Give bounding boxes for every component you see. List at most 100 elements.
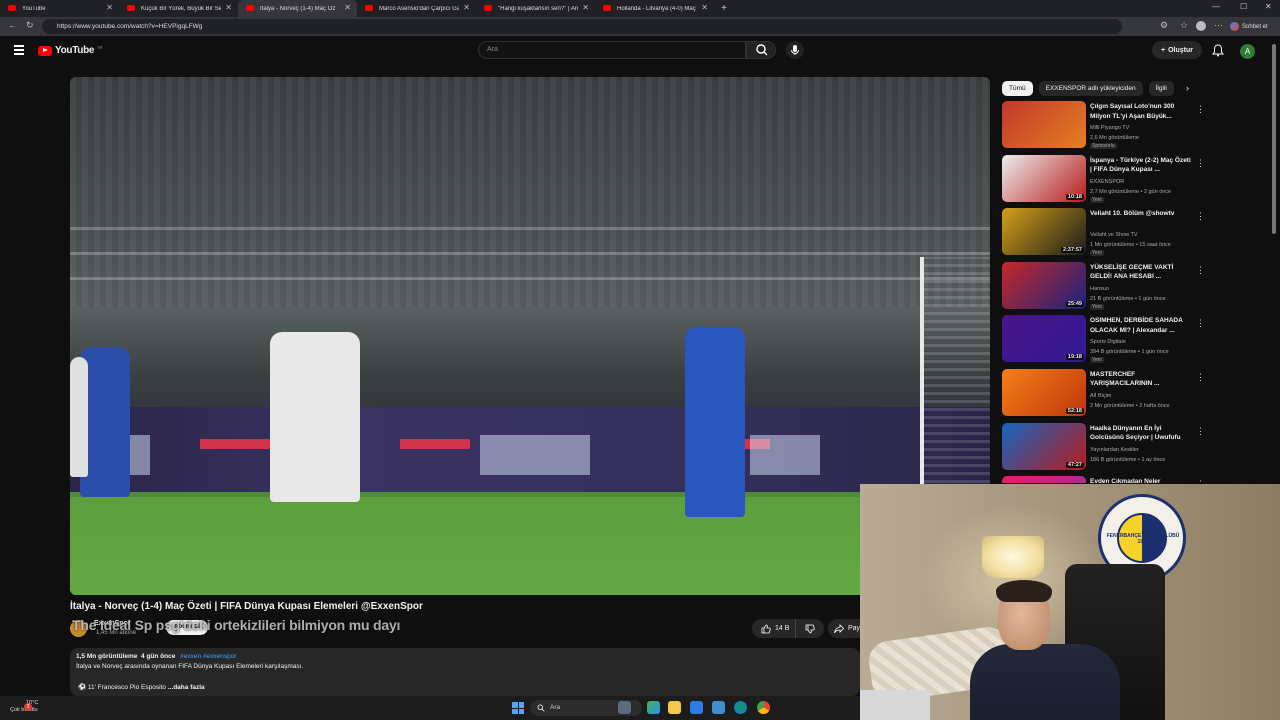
recommendation-item[interactable]: 19:18 OSIMHEN, DERBİDE SAHADA OLACAK MI? … — [1002, 315, 1202, 369]
edge-browser-icon[interactable] — [734, 701, 747, 714]
video-title: İtalya - Norveç (1-4) Maç Özeti | FIFA D… — [70, 601, 423, 612]
browser-tab[interactable]: Marco Asensio'dan Çarpıcı Galat ✕ — [357, 0, 476, 17]
close-tab-icon[interactable]: ✕ — [106, 3, 113, 12]
recommendation-meta: 2 Mn görüntüleme • 2 hafta önce — [1090, 402, 1170, 409]
windows-start-icon[interactable] — [512, 702, 524, 714]
address-bar[interactable]: https://www.youtube.com/watch?v=HEVPigqL… — [42, 19, 1122, 34]
browser-tab[interactable]: "Hangi kuşaktansın sen?" | Arda ✕ — [476, 0, 595, 17]
maximize-icon[interactable]: ☐ — [1240, 2, 1247, 11]
recommendation-thumbnail[interactable]: 19:18 — [1002, 315, 1086, 363]
close-tab-icon[interactable]: ✕ — [701, 3, 708, 12]
more-options-icon[interactable]: ⋮ — [1196, 265, 1202, 276]
recommendation-title[interactable]: YÜKSELİŞE GEÇME VAKTİ GELDİ! ANA HESABI … — [1090, 263, 1194, 282]
close-tab-icon[interactable]: ✕ — [344, 3, 351, 12]
taskbar-app-icon[interactable] — [712, 701, 725, 714]
notifications-bell-icon[interactable] — [1212, 44, 1224, 57]
recommendation-channel[interactable]: Milli Piyango TV — [1090, 125, 1129, 131]
more-options-icon[interactable]: ⋮ — [1196, 158, 1202, 169]
video-player[interactable] — [70, 77, 990, 595]
hamburger-menu-icon[interactable] — [14, 45, 24, 55]
share-icon — [834, 623, 844, 633]
recommendation-badge: Yeni — [1090, 196, 1104, 203]
recommendation-title[interactable]: Veliaht 10. Bölüm @showtv — [1090, 209, 1194, 219]
more-options-icon[interactable]: ⋮ — [1196, 372, 1202, 383]
more-options-icon[interactable]: ⋮ — [1196, 318, 1202, 329]
recommendation-thumbnail[interactable]: 10:18 — [1002, 154, 1086, 202]
recommendation-channel[interactable]: EXXENSPOR — [1090, 179, 1124, 185]
recommendation-title[interactable]: Çılgın Sayısal Loto'nun 300 Milyon TL'yi… — [1090, 102, 1194, 121]
new-tab-icon[interactable]: + — [714, 0, 734, 17]
account-avatar[interactable]: A — [1240, 44, 1255, 59]
chevron-right-icon[interactable]: › — [1186, 83, 1189, 93]
browser-menu-icon[interactable]: ⋯ — [1214, 20, 1223, 31]
reload-icon[interactable]: ↻ — [26, 20, 34, 31]
show-more-link[interactable]: ...daha fazla — [168, 684, 205, 691]
recommendation-thumbnail[interactable]: 47:27 — [1002, 422, 1086, 470]
back-icon[interactable]: ← — [8, 20, 17, 30]
bookmark-star-icon[interactable]: ☆ — [1180, 20, 1188, 31]
like-button[interactable]: 14 B — [752, 619, 796, 638]
recommendation-channel[interactable]: Hansuo — [1090, 286, 1109, 292]
dislike-button[interactable] — [796, 619, 824, 638]
profile-icon[interactable] — [1196, 21, 1206, 31]
recommendation-thumbnail[interactable]: 25:49 — [1002, 261, 1086, 309]
video-stats: 1,5 Mn görüntüleme 4 gün önce #exxen #ex… — [76, 653, 237, 660]
recommendation-item[interactable]: 52:18 MASTERCHEF YARIŞMACILARININ ... Alİ … — [1002, 368, 1202, 423]
recommendation-title[interactable]: Haalka Dünyanın En İyi Golcüsünü Seçiyor… — [1090, 424, 1194, 443]
recommendation-item[interactable]: 47:27 Haalka Dünyanın En İyi Golcüsünü Se… — [1002, 422, 1202, 477]
recommendation-item[interactable]: 2:37:57 Veliaht 10. Bölüm @showtv Veliaht … — [1002, 208, 1202, 262]
browser-tab[interactable]: YouTube ✕ — [0, 0, 119, 17]
recommendation-channel[interactable]: Sports Digitale — [1090, 339, 1126, 345]
recommendation-item[interactable]: Evden Çıkmadan Neler Demişim...⋮ — [1002, 476, 1202, 483]
recommendation-channel[interactable]: Alİ Biçim — [1090, 393, 1111, 399]
recommendation-title[interactable]: Evden Çıkmadan Neler Demişim... — [1090, 477, 1194, 483]
chip-related[interactable]: İlgili — [1148, 81, 1174, 96]
chip-from-uploader[interactable]: EXXENSPOR adlı yükleyiciden — [1038, 81, 1143, 96]
chip-all[interactable]: Tümü — [1002, 81, 1033, 96]
more-options-icon[interactable]: ⋮ — [1196, 479, 1202, 483]
recommendation-channel[interactable]: Yayınlardan Kesitler — [1090, 447, 1139, 453]
recommendation-thumbnail[interactable] — [1002, 101, 1086, 148]
url-text: https://www.youtube.com/watch?v=HEVPigqL… — [57, 23, 203, 30]
weather-widget[interactable]: 3 10°C Çok bulutlu — [10, 700, 38, 714]
taskbar-app-icon[interactable] — [647, 701, 660, 714]
close-tab-icon[interactable]: ✕ — [225, 3, 232, 12]
recommendation-item[interactable]: 10:18 İspanya - Türkiye (2-2) Maç Özeti |… — [1002, 154, 1202, 209]
extensions-icon[interactable]: ⚙ — [1160, 20, 1168, 31]
recommendation-item[interactable]: 25:49 YÜKSELİŞE GEÇME VAKTİ GELDİ! ANA HE… — [1002, 261, 1202, 316]
recommendation-title[interactable]: OSIMHEN, DERBİDE SAHADA OLACAK MI? | Ale… — [1090, 316, 1194, 335]
more-options-icon[interactable]: ⋮ — [1196, 104, 1202, 115]
close-tab-icon[interactable]: ✕ — [463, 3, 470, 12]
chat-button[interactable]: Sohbet et — [1230, 20, 1268, 33]
file-explorer-icon[interactable] — [668, 701, 681, 714]
voice-search-button[interactable] — [786, 41, 804, 59]
recommendation-title[interactable]: MASTERCHEF YARIŞMACILARININ ... — [1090, 370, 1194, 389]
browser-tab[interactable]: Hollanda - Litvanya (4-0) Maç Öz ✕ — [595, 0, 714, 17]
chrome-browser-icon[interactable] — [757, 701, 770, 714]
search-button[interactable] — [746, 41, 776, 59]
youtube-masthead: YouTube TR Ara + Oluştur A — [0, 36, 1280, 66]
recommendation-meta: 2,6 Mn görüntüleme — [1090, 135, 1139, 141]
description-box[interactable]: 1,5 Mn görüntüleme 4 gün önce #exxen #ex… — [70, 648, 860, 696]
browser-tab-active[interactable]: İtalya - Norveç (1-4) Maç Öz ✕ — [238, 0, 357, 17]
close-tab-icon[interactable]: ✕ — [582, 3, 589, 12]
youtube-logo[interactable]: YouTube TR — [38, 45, 103, 56]
recommendation-title[interactable]: İspanya - Türkiye (2-2) Maç Özeti | FIFA… — [1090, 156, 1194, 175]
more-options-icon[interactable]: ⋮ — [1196, 211, 1202, 222]
hashtags[interactable]: #exxen #exxenspor — [180, 653, 236, 660]
recommendation-thumbnail[interactable]: 52:18 — [1002, 368, 1086, 416]
create-button[interactable]: + Oluştur — [1152, 41, 1202, 59]
more-options-icon[interactable]: ⋮ — [1196, 426, 1202, 437]
minimize-icon[interactable]: — — [1212, 2, 1220, 11]
recommendation-channel[interactable]: Veliaht ve Show TV — [1090, 232, 1138, 238]
close-window-icon[interactable]: ✕ — [1265, 2, 1272, 11]
recommendation-item[interactable]: Çılgın Sayısal Loto'nun 300 Milyon TL'yi… — [1002, 101, 1202, 155]
page-scrollbar[interactable] — [1272, 44, 1276, 234]
video-duration: 10:18 — [1065, 193, 1084, 200]
search-input[interactable]: Ara — [478, 41, 746, 59]
taskbar-app-icon[interactable] — [690, 701, 703, 714]
taskbar-app-icon[interactable] — [618, 701, 631, 714]
recommendation-thumbnail[interactable]: 2:37:57 — [1002, 208, 1086, 256]
recommendation-thumbnail[interactable] — [1002, 476, 1086, 483]
browser-tab[interactable]: Küçük Bir Yürek, Büyük Bir Sevda✕ — [119, 0, 238, 17]
